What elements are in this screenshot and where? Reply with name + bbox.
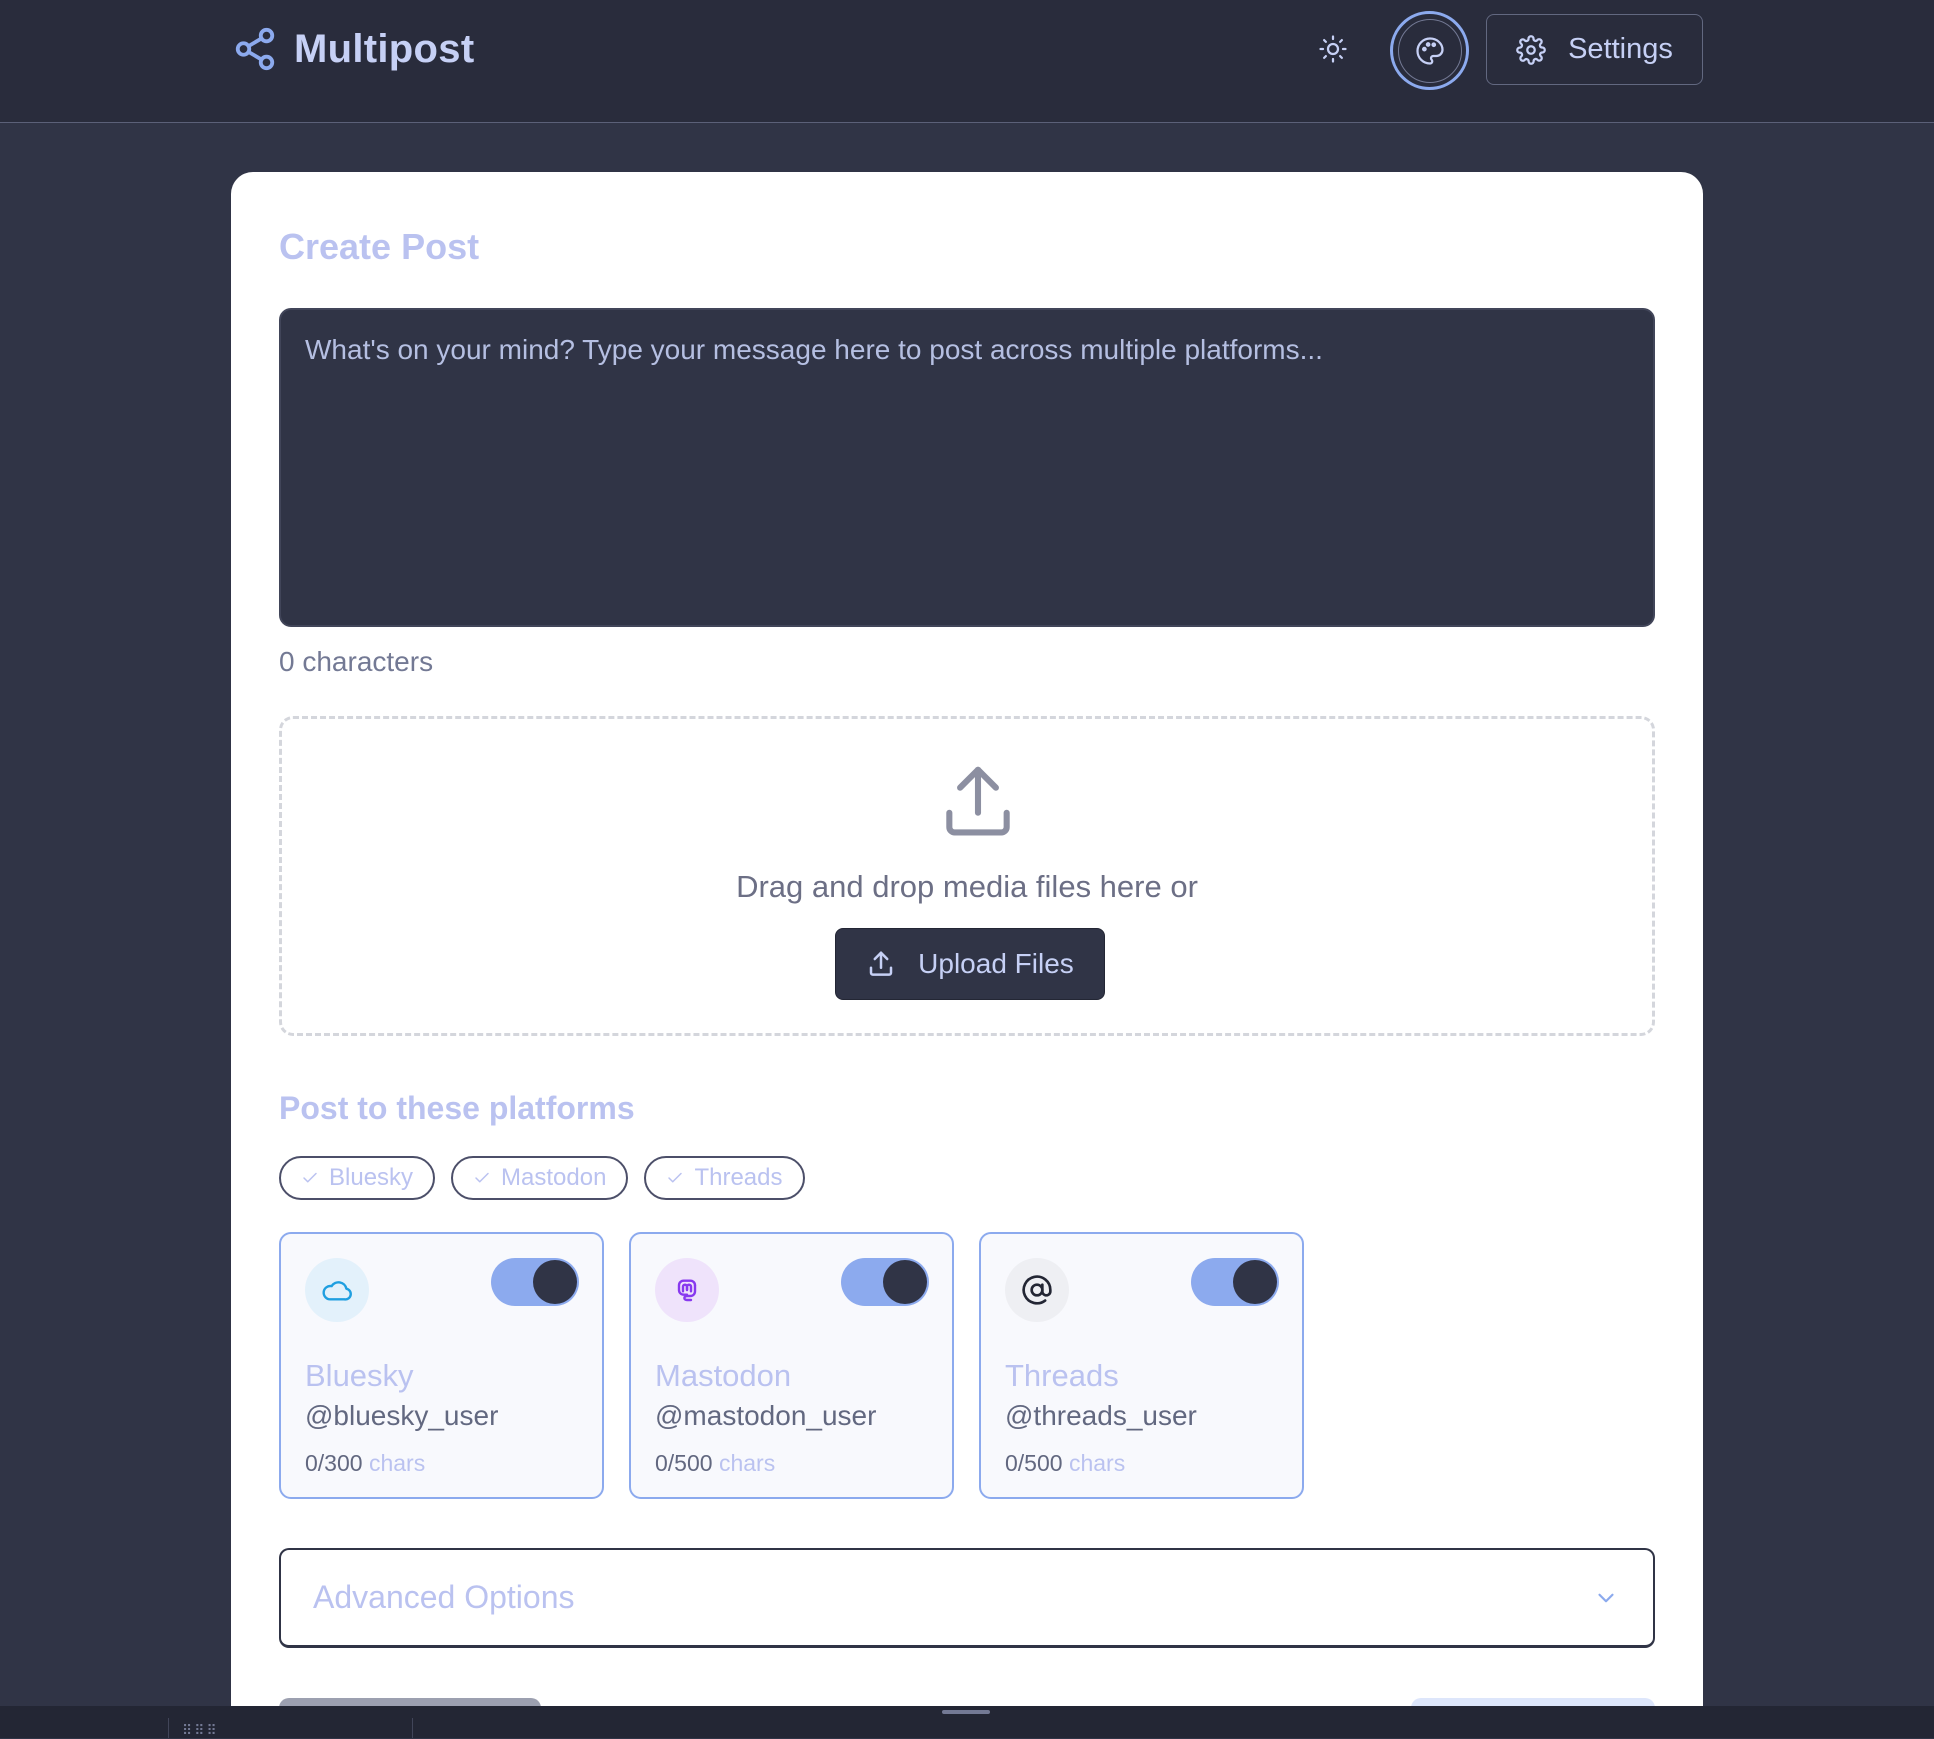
check-icon (475, 1172, 489, 1183)
upload-files-label: Upload Files (918, 948, 1074, 979)
toggle-knob (533, 1260, 577, 1304)
threads-toggle[interactable] (1191, 1258, 1279, 1306)
dropzone-text: Drag and drop media files here or (736, 869, 1198, 904)
create-post-card: Create Post 0 characters Drag and drop m… (231, 172, 1703, 1732)
theme-toggle-button[interactable] (1312, 28, 1354, 70)
character-count: 0 characters (279, 646, 434, 677)
panel-divider (412, 1718, 413, 1738)
upload-files-button[interactable]: Upload Files (835, 928, 1105, 1000)
char-limit-unit: chars (1068, 1450, 1126, 1476)
chip-threads[interactable]: Threads (644, 1156, 805, 1200)
brand-name: Multipost (294, 26, 475, 71)
mastodon-toggle[interactable] (841, 1258, 929, 1306)
chip-label: Threads (694, 1164, 783, 1191)
char-limit-unit: chars (368, 1450, 426, 1476)
platform-cards: Bluesky @bluesky_user 0/300 chars Mastod… (279, 1232, 1304, 1499)
post-textarea[interactable] (305, 332, 1629, 603)
chip-label: Mastodon (501, 1164, 607, 1191)
chip-label: Bluesky (329, 1164, 414, 1191)
platform-char-limit: 0/500 chars (1005, 1450, 1125, 1477)
platform-handle: @threads_user (1005, 1400, 1197, 1431)
platform-name: Mastodon (655, 1358, 792, 1393)
at-sign-icon (1022, 1275, 1052, 1305)
bluesky-toggle[interactable] (491, 1258, 579, 1306)
brand[interactable]: Multipost (232, 26, 474, 72)
platforms-section-title: Post to these platforms (279, 1090, 635, 1126)
chip-mastodon[interactable]: Mastodon (451, 1156, 629, 1200)
char-limit-count: 0/500 (655, 1450, 713, 1476)
platform-char-limit: 0/500 chars (655, 1450, 775, 1477)
platform-name: Bluesky (305, 1358, 414, 1393)
platform-icon-badge (1005, 1258, 1069, 1322)
cloud-icon (322, 1281, 352, 1301)
chevron-down-icon (1598, 1593, 1614, 1602)
platform-icon-badge (655, 1258, 719, 1322)
platform-icon-badge (305, 1258, 369, 1322)
platform-handle: @mastodon_user (655, 1400, 877, 1431)
check-icon (303, 1172, 317, 1183)
advanced-options-label: Advanced Options (313, 1579, 575, 1615)
upload-icon (869, 951, 893, 976)
page-title: Create Post (279, 226, 480, 267)
platform-card-bluesky[interactable]: Bluesky @bluesky_user 0/300 chars (279, 1232, 604, 1499)
sun-icon (1319, 35, 1347, 63)
platform-handle: @bluesky_user (305, 1400, 499, 1431)
toggle-knob (883, 1260, 927, 1304)
check-icon (668, 1172, 683, 1183)
settings-button[interactable]: Settings (1486, 14, 1703, 85)
palette-icon (1415, 36, 1444, 65)
app-header: Multipost Settings (0, 0, 1934, 123)
toggle-knob (1233, 1260, 1277, 1304)
platform-name: Threads (1005, 1358, 1119, 1393)
char-limit-unit: chars (718, 1450, 776, 1476)
upload-icon (946, 766, 1010, 836)
share-icon (235, 27, 275, 71)
palette-button[interactable] (1390, 11, 1469, 90)
platform-card-threads[interactable]: Threads @threads_user 0/500 chars (979, 1232, 1304, 1499)
char-limit-count: 0/500 (1005, 1450, 1063, 1476)
resize-handle[interactable] (942, 1710, 990, 1714)
platform-card-mastodon[interactable]: Mastodon @mastodon_user 0/500 chars (629, 1232, 954, 1499)
char-limit-count: 0/300 (305, 1450, 363, 1476)
advanced-options-toggle[interactable]: Advanced Options (279, 1548, 1655, 1648)
mastodon-icon (677, 1279, 697, 1302)
more-icon[interactable]: ⠿⠿⠿ (182, 1722, 219, 1739)
platform-chips: Bluesky Mastodon Threads (279, 1156, 805, 1200)
media-dropzone[interactable]: Drag and drop media files here or Upload… (279, 716, 1655, 1036)
gear-icon (1516, 34, 1546, 65)
palette-button-inner (1397, 18, 1462, 83)
platform-char-limit: 0/300 chars (305, 1450, 425, 1477)
post-composer (279, 308, 1655, 627)
chip-bluesky[interactable]: Bluesky (279, 1156, 436, 1200)
settings-label: Settings (1568, 33, 1673, 65)
panel-divider (168, 1718, 169, 1738)
